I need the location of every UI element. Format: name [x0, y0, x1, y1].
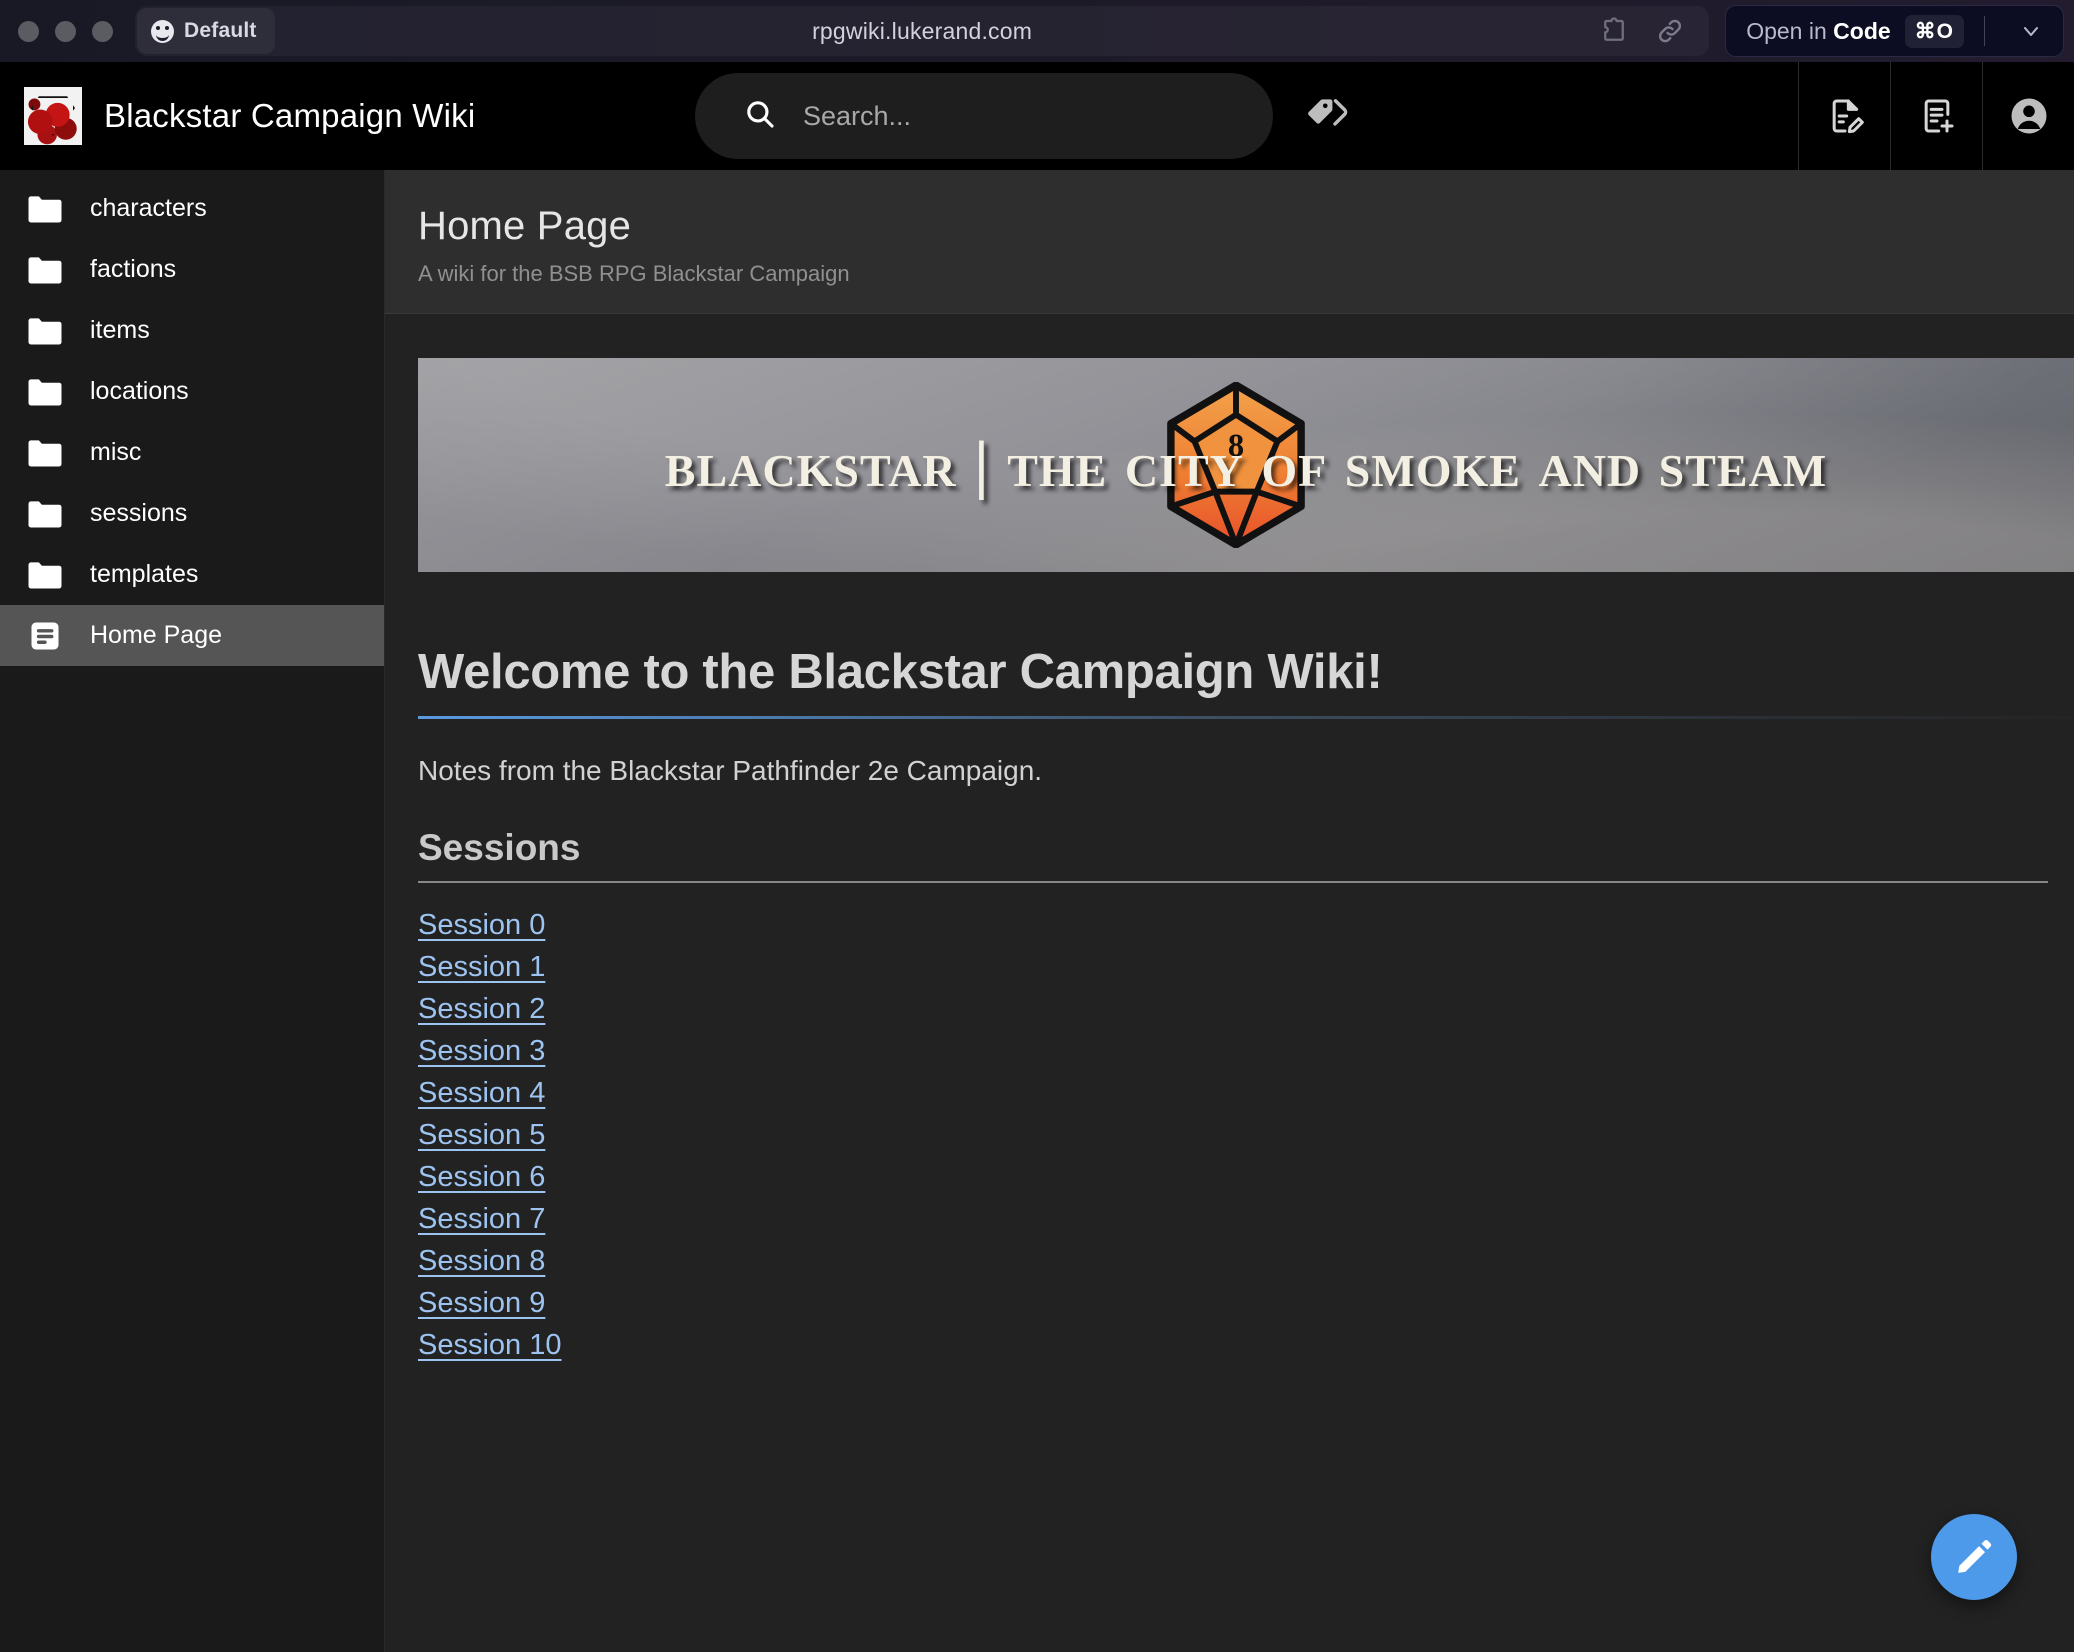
folder-icon — [26, 495, 64, 533]
folder-icon — [26, 251, 64, 289]
sidebar-item-templates[interactable]: templates — [0, 544, 384, 605]
account-icon[interactable] — [1982, 62, 2074, 170]
folder-icon — [26, 373, 64, 411]
main-layout: characters factions items locations misc sess… — [0, 170, 2074, 1652]
open-in-code-shortcut: ⌘O — [1904, 14, 1964, 48]
edit-page-fab[interactable] — [1931, 1514, 2017, 1600]
page-subtitle: A wiki for the BSB RPG Blackstar Campaig… — [418, 261, 850, 286]
header-actions — [1798, 62, 2074, 170]
search-icon — [743, 97, 777, 136]
sidebar-item-characters[interactable]: characters — [0, 178, 384, 239]
sidebar-item-label: characters — [90, 194, 207, 222]
tag-icon[interactable] — [1304, 92, 1348, 141]
session-link[interactable]: Session 3 — [418, 1035, 545, 1068]
folder-icon — [26, 312, 64, 350]
sidebar-item-locations[interactable]: locations — [0, 361, 384, 422]
folder-icon — [26, 190, 64, 228]
edit-page-icon[interactable] — [1798, 62, 1890, 170]
app-header: Blackstar Campaign Wiki Search... — [0, 62, 2074, 170]
session-link[interactable]: Session 4 — [418, 1077, 545, 1110]
page-content: 8 Blackstar | The City of Smoke and Stea… — [385, 314, 2074, 1652]
profile-chip[interactable]: Default — [137, 8, 275, 54]
sidebar-item-sessions[interactable]: sessions — [0, 483, 384, 544]
sessions-heading: Sessions — [418, 827, 2048, 883]
sidebar: characters factions items locations misc sess… — [0, 170, 385, 1652]
session-link-list: Session 0 Session 1 Session 2 Session 3 Sess… — [418, 909, 2074, 1362]
session-link[interactable]: Session 10 — [418, 1329, 562, 1362]
sidebar-item-label: sessions — [90, 499, 188, 527]
open-in-code-label: Open in Code — [1746, 17, 1891, 44]
session-link[interactable]: Session 5 — [418, 1119, 545, 1152]
sidebar-item-label: misc — [90, 438, 142, 466]
link-icon[interactable] — [1655, 16, 1685, 46]
page-header: Home Page A wiki for the BSB RPG Blackst… — [385, 170, 2074, 314]
page-title: Home Page — [418, 204, 632, 248]
content-area: Home Page A wiki for the BSB RPG Blackst… — [385, 170, 2074, 1652]
session-link[interactable]: Session 2 — [418, 993, 545, 1026]
url-text: rpgwiki.lukerand.com — [812, 17, 1033, 44]
chevron-down-icon[interactable] — [2005, 19, 2057, 43]
sidebar-item-label: locations — [90, 377, 189, 405]
window-controls[interactable] — [18, 20, 113, 42]
minimize-window-button[interactable] — [55, 20, 76, 42]
session-link[interactable]: Session 1 — [418, 951, 545, 984]
maximize-window-button[interactable] — [92, 20, 113, 42]
sidebar-item-label: templates — [90, 560, 199, 588]
sidebar-item-label: factions — [90, 255, 177, 283]
article-icon — [26, 617, 64, 655]
blackstar-dice-logo-icon — [24, 87, 82, 145]
button-divider — [1984, 16, 1985, 46]
smiley-icon — [151, 19, 174, 43]
banner-title: Blackstar | The City of Smoke and Steam — [664, 428, 1828, 501]
new-page-icon[interactable] — [1890, 62, 1982, 170]
sidebar-item-factions[interactable]: factions — [0, 239, 384, 300]
address-bar-actions — [1599, 16, 1709, 46]
puzzle-piece-icon[interactable] — [1599, 16, 1629, 46]
sidebar-item-items[interactable]: items — [0, 300, 384, 361]
pencil-icon — [1958, 1540, 1992, 1573]
sidebar-item-misc[interactable]: misc — [0, 422, 384, 483]
brand[interactable]: Blackstar Campaign Wiki — [24, 87, 475, 145]
profile-label: Default — [184, 19, 257, 42]
sidebar-item-label: Home Page — [90, 621, 223, 649]
campaign-banner-image: 8 Blackstar | The City of Smoke and Stea… — [418, 358, 2074, 572]
browser-titlebar: Default rpgwiki.lukerand.com Open in Cod… — [0, 0, 2074, 62]
welcome-heading: Welcome to the Blackstar Campaign Wiki! — [418, 644, 2072, 719]
intro-paragraph: Notes from the Blackstar Pathfinder 2e C… — [418, 755, 1043, 786]
search-placeholder: Search... — [803, 100, 912, 131]
session-link[interactable]: Session 6 — [418, 1161, 545, 1194]
session-link[interactable]: Session 8 — [418, 1245, 545, 1278]
folder-icon — [26, 556, 64, 594]
folder-icon — [26, 434, 64, 472]
session-link[interactable]: Session 9 — [418, 1287, 545, 1320]
session-link[interactable]: Session 7 — [418, 1203, 545, 1236]
address-bar[interactable]: Default rpgwiki.lukerand.com — [135, 6, 1710, 56]
app-title: Blackstar Campaign Wiki — [104, 97, 476, 134]
sidebar-item-label: items — [90, 316, 150, 344]
open-in-code-button[interactable]: Open in Code ⌘O — [1725, 5, 2064, 57]
sidebar-item-home-page[interactable]: Home Page — [0, 605, 384, 666]
search-input[interactable]: Search... — [695, 73, 1273, 159]
session-link[interactable]: Session 0 — [418, 909, 545, 942]
close-window-button[interactable] — [18, 20, 39, 42]
